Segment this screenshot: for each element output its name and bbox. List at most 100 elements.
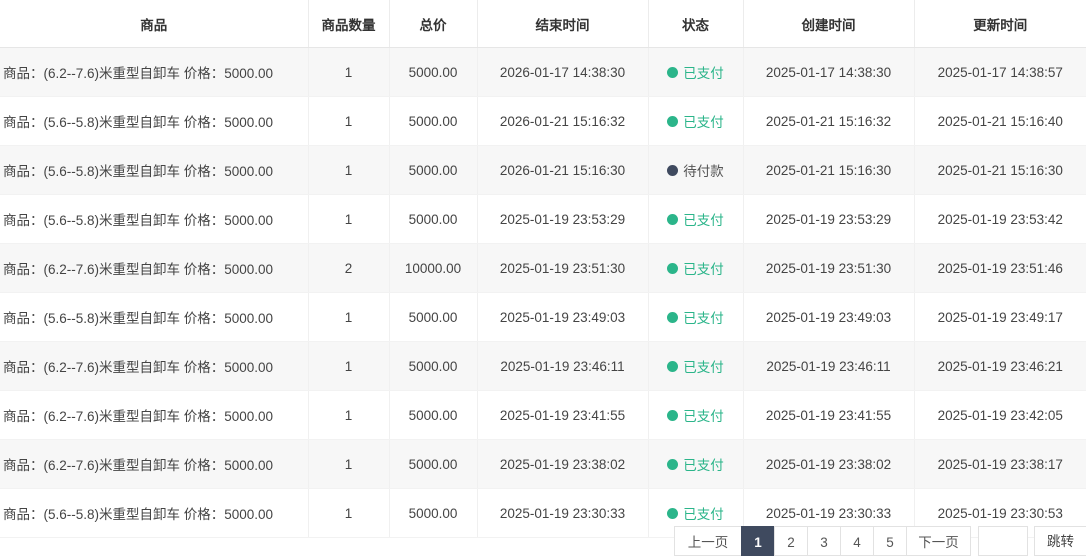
cell-status: 待付款 (648, 145, 744, 195)
status-dot-icon (667, 262, 679, 274)
status-dot-icon (667, 311, 679, 323)
cell-product: 商品：(5.6--5.8)米重型自卸车 价格：5000.00 (0, 488, 309, 538)
cell-created-time: 2025-01-17 14:38:30 (743, 47, 915, 97)
cell-status: 已支付 (648, 243, 744, 293)
table-row[interactable]: 商品：(5.6--5.8)米重型自卸车 价格：5000.00 1 5000.00 20… (0, 194, 1086, 244)
page-button-5[interactable]: 5 (873, 526, 906, 556)
status-label: 已支付 (683, 66, 724, 81)
cell-updated-time: 2025-01-19 23:51:46 (914, 243, 1086, 293)
page-button-4[interactable]: 4 (840, 526, 873, 556)
column-header-status[interactable]: 状态 (648, 0, 744, 48)
cell-end-time: 2025-01-19 23:53:29 (477, 194, 649, 244)
status-dot-icon (667, 213, 679, 225)
cell-end-time: 2026-01-17 14:38:30 (477, 47, 649, 97)
table-row[interactable]: 商品：(5.6--5.8)米重型自卸车 价格：5000.00 1 5000.00 20… (0, 145, 1086, 195)
cell-status: 已支付 (648, 439, 744, 489)
status-badge: 已支付 (667, 356, 724, 376)
cell-end-time: 2025-01-19 23:30:33 (477, 488, 649, 538)
status-label: 已支付 (683, 458, 724, 473)
status-label: 已支付 (683, 507, 724, 522)
status-badge: 已支付 (667, 209, 724, 229)
cell-status: 已支付 (648, 390, 744, 440)
cell-updated-time: 2025-01-19 23:38:17 (914, 439, 1086, 489)
column-header-product[interactable]: 商品 (0, 0, 309, 48)
table-row[interactable]: 商品：(6.2--7.6)米重型自卸车 价格：5000.00 1 5000.00 20… (0, 439, 1086, 489)
cell-total: 5000.00 (389, 390, 478, 440)
cell-total: 5000.00 (389, 488, 478, 538)
cell-end-time: 2025-01-19 23:46:11 (477, 341, 649, 391)
cell-status: 已支付 (648, 47, 744, 97)
cell-product: 商品：(6.2--7.6)米重型自卸车 价格：5000.00 (0, 341, 309, 391)
cell-total: 5000.00 (389, 341, 478, 391)
cell-created-time: 2025-01-19 23:41:55 (743, 390, 915, 440)
page-button-3[interactable]: 3 (807, 526, 840, 556)
status-label: 已支付 (683, 360, 724, 375)
cell-product: 商品：(5.6--5.8)米重型自卸车 价格：5000.00 (0, 96, 309, 146)
status-label: 已支付 (683, 262, 724, 277)
cell-end-time: 2026-01-21 15:16:30 (477, 145, 649, 195)
status-label: 待付款 (683, 164, 724, 179)
cell-product: 商品：(5.6--5.8)米重型自卸车 价格：5000.00 (0, 145, 309, 195)
status-badge: 待付款 (667, 160, 724, 180)
cell-status: 已支付 (648, 194, 744, 244)
cell-quantity: 1 (308, 96, 390, 146)
status-label: 已支付 (683, 311, 724, 326)
cell-updated-time: 2025-01-21 15:16:30 (914, 145, 1086, 195)
status-badge: 已支付 (667, 111, 724, 131)
next-page-button[interactable]: 下一页 (906, 526, 971, 556)
goto-page-input[interactable] (978, 526, 1028, 556)
status-dot-icon (667, 507, 679, 519)
table-row[interactable]: 商品：(6.2--7.6)米重型自卸车 价格：5000.00 1 5000.00 20… (0, 47, 1086, 97)
cell-product: 商品：(6.2--7.6)米重型自卸车 价格：5000.00 (0, 47, 309, 97)
cell-quantity: 1 (308, 47, 390, 97)
column-header-created-time[interactable]: 创建时间 (743, 0, 915, 48)
cell-total: 5000.00 (389, 145, 478, 195)
cell-quantity: 1 (308, 488, 390, 538)
cell-product: 商品：(6.2--7.6)米重型自卸车 价格：5000.00 (0, 390, 309, 440)
column-header-quantity[interactable]: 商品数量 (308, 0, 390, 48)
cell-end-time: 2025-01-19 23:51:30 (477, 243, 649, 293)
status-dot-icon (667, 360, 679, 372)
status-badge: 已支付 (667, 307, 724, 327)
table-row[interactable]: 商品：(6.2--7.6)米重型自卸车 价格：5000.00 1 5000.00 20… (0, 390, 1086, 440)
cell-total: 5000.00 (389, 292, 478, 342)
cell-status: 已支付 (648, 341, 744, 391)
cell-quantity: 1 (308, 341, 390, 391)
goto-button[interactable]: 跳转 (1034, 526, 1086, 556)
table-row[interactable]: 商品：(5.6--5.8)米重型自卸车 价格：5000.00 1 5000.00 20… (0, 292, 1086, 342)
cell-total: 5000.00 (389, 47, 478, 97)
cell-created-time: 2025-01-19 23:38:02 (743, 439, 915, 489)
cell-updated-time: 2025-01-19 23:46:21 (914, 341, 1086, 391)
page-button-1[interactable]: 1 (741, 526, 774, 556)
cell-end-time: 2025-01-19 23:41:55 (477, 390, 649, 440)
status-badge: 已支付 (667, 258, 724, 278)
header-row: 商品 商品数量 总价 结束时间 状态 创建时间 更新时间 (0, 0, 1086, 48)
cell-product: 商品：(6.2--7.6)米重型自卸车 价格：5000.00 (0, 439, 309, 489)
cell-status: 已支付 (648, 292, 744, 342)
table-row[interactable]: 商品：(6.2--7.6)米重型自卸车 价格：5000.00 1 5000.00 20… (0, 341, 1086, 391)
cell-created-time: 2025-01-19 23:46:11 (743, 341, 915, 391)
cell-total: 10000.00 (389, 243, 478, 293)
column-header-end-time[interactable]: 结束时间 (477, 0, 649, 48)
prev-page-button[interactable]: 上一页 (674, 526, 741, 556)
column-header-total[interactable]: 总价 (389, 0, 478, 48)
cell-created-time: 2025-01-21 15:16:32 (743, 96, 915, 146)
table-row[interactable]: 商品：(6.2--7.6)米重型自卸车 价格：5000.00 2 10000.00 2… (0, 243, 1086, 293)
cell-quantity: 1 (308, 194, 390, 244)
status-label: 已支付 (683, 409, 724, 424)
table-header: 商品 商品数量 总价 结束时间 状态 创建时间 更新时间 (0, 0, 1086, 48)
cell-updated-time: 2025-01-19 23:53:42 (914, 194, 1086, 244)
cell-quantity: 1 (308, 390, 390, 440)
cell-quantity: 1 (308, 292, 390, 342)
cell-end-time: 2025-01-19 23:38:02 (477, 439, 649, 489)
column-header-updated-time[interactable]: 更新时间 (914, 0, 1086, 48)
cell-quantity: 1 (308, 439, 390, 489)
page-button-2[interactable]: 2 (774, 526, 807, 556)
cell-product: 商品：(5.6--5.8)米重型自卸车 价格：5000.00 (0, 194, 309, 244)
status-badge: 已支付 (667, 503, 724, 523)
cell-end-time: 2025-01-19 23:49:03 (477, 292, 649, 342)
status-dot-icon (667, 458, 679, 470)
status-badge: 已支付 (667, 454, 724, 474)
table-row[interactable]: 商品：(5.6--5.8)米重型自卸车 价格：5000.00 1 5000.00 20… (0, 96, 1086, 146)
cell-total: 5000.00 (389, 194, 478, 244)
